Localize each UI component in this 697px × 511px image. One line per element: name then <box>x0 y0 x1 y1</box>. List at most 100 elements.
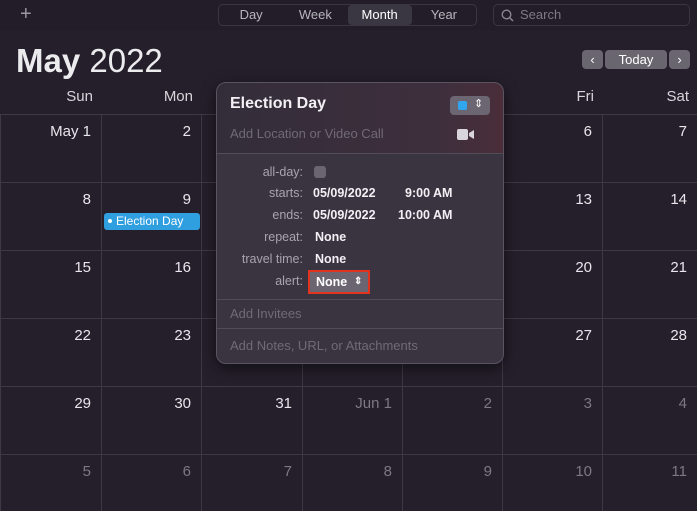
day-cell[interactable]: 28 <box>602 318 697 386</box>
day-number: 22 <box>74 327 91 344</box>
day-cell[interactable]: Jun 1 <box>302 386 402 454</box>
day-number: 2 <box>483 395 492 412</box>
weekday-header: Sun <box>66 88 93 105</box>
chevron-updown-icon: ⇕ <box>354 276 363 287</box>
weekday-header: Sat <box>666 88 689 105</box>
location-field[interactable]: Add Location or Video Call <box>230 126 384 141</box>
day-number: 16 <box>174 259 191 276</box>
day-cell[interactable]: 6 <box>502 114 602 182</box>
day-number: 20 <box>575 259 592 276</box>
day-cell[interactable]: May 1 <box>0 114 101 182</box>
day-cell[interactable]: 13 <box>502 182 602 250</box>
weekday-header: Fri <box>576 88 595 105</box>
day-number: 4 <box>678 395 687 412</box>
day-cell[interactable]: 8 <box>302 454 402 511</box>
weekday-header: Mon <box>163 88 193 105</box>
day-number: May 1 <box>50 123 91 140</box>
day-cell[interactable]: 8 <box>0 182 101 250</box>
day-cell[interactable]: 30 <box>101 386 201 454</box>
day-cell[interactable]: 14 <box>602 182 697 250</box>
travel-time-label: travel time: <box>241 252 303 266</box>
today-button[interactable]: Today <box>605 50 667 69</box>
tab-month[interactable]: Month <box>347 5 412 25</box>
search-input[interactable]: Search <box>493 4 690 26</box>
day-number: 14 <box>670 191 687 208</box>
notes-field[interactable]: Add Notes, URL, or Attachments <box>230 338 418 353</box>
day-number: 29 <box>74 395 91 412</box>
day-cell[interactable]: 2 <box>402 386 502 454</box>
day-number: 5 <box>82 463 91 480</box>
day-cell[interactable]: 23 <box>101 318 201 386</box>
page-title: May 2022 <box>16 42 163 80</box>
prev-month-button[interactable]: ‹ <box>582 50 603 69</box>
alert-select[interactable]: None ⇕ <box>308 270 370 294</box>
day-number: 9 <box>182 191 191 208</box>
year-label: 2022 <box>89 42 163 79</box>
day-cell[interactable]: 2 <box>101 114 201 182</box>
allday-checkbox[interactable] <box>314 166 326 178</box>
day-cell[interactable]: 15 <box>0 250 101 318</box>
day-cell[interactable]: 11 <box>602 454 697 511</box>
day-cell[interactable]: 4 <box>602 386 697 454</box>
day-number: 23 <box>174 327 191 344</box>
allday-label: all-day: <box>262 165 303 179</box>
event-election-day[interactable]: Election Day <box>104 213 200 230</box>
day-number: 6 <box>182 463 191 480</box>
tab-day[interactable]: Day <box>219 5 283 25</box>
alert-value: None <box>316 275 348 289</box>
day-cell[interactable]: 10 <box>502 454 602 511</box>
day-cell[interactable]: 22 <box>0 318 101 386</box>
calendar-color-swatch <box>458 101 467 110</box>
ends-date[interactable]: 05/09/2022 <box>313 208 376 222</box>
day-number: Jun 1 <box>355 395 392 412</box>
starts-label: starts: <box>268 186 303 200</box>
day-number: 15 <box>74 259 91 276</box>
day-number: 2 <box>182 123 191 140</box>
day-number: 9 <box>483 463 492 480</box>
next-month-button[interactable]: › <box>669 50 690 69</box>
day-cell[interactable]: 7 <box>201 454 302 511</box>
add-event-button[interactable]: + <box>20 3 32 26</box>
day-number: 8 <box>82 191 91 208</box>
day-number: 31 <box>275 395 292 412</box>
tab-year[interactable]: Year <box>412 5 476 25</box>
ends-time[interactable]: 10:00 AM <box>398 208 452 222</box>
repeat-label: repeat: <box>264 230 303 244</box>
day-number: 7 <box>283 463 292 480</box>
day-cell[interactable]: 21 <box>602 250 697 318</box>
event-title[interactable]: Election Day <box>230 95 326 113</box>
day-number: 13 <box>575 191 592 208</box>
alert-label: alert: <box>275 274 303 288</box>
day-cell[interactable]: 7 <box>602 114 697 182</box>
chevron-updown-icon: ⇕ <box>474 98 484 110</box>
starts-date[interactable]: 05/09/2022 <box>313 186 376 200</box>
day-cell[interactable]: 27 <box>502 318 602 386</box>
ends-label: ends: <box>272 208 303 222</box>
day-cell[interactable]: 31 <box>201 386 302 454</box>
day-cell[interactable]: 29 <box>0 386 101 454</box>
search-placeholder: Search <box>520 7 562 22</box>
day-number: 6 <box>583 123 592 140</box>
day-cell[interactable]: 6 <box>101 454 201 511</box>
day-number: 28 <box>670 327 687 344</box>
travel-time-select[interactable]: None <box>315 252 346 266</box>
tab-week[interactable]: Week <box>283 5 347 25</box>
day-cell[interactable]: 5 <box>0 454 101 511</box>
starts-time[interactable]: 9:00 AM <box>405 186 452 200</box>
repeat-select[interactable]: None <box>315 230 346 244</box>
day-number: 27 <box>575 327 592 344</box>
day-number: 10 <box>575 463 592 480</box>
day-number: 30 <box>174 395 191 412</box>
day-cell[interactable]: 16 <box>101 250 201 318</box>
day-number: 3 <box>583 395 592 412</box>
calendar-color-picker[interactable]: ⇕ <box>450 96 490 115</box>
day-cell[interactable]: 3 <box>502 386 602 454</box>
search-icon <box>501 9 514 22</box>
day-cell[interactable]: 9 <box>402 454 502 511</box>
toolbar: + Day Week Month Year Search <box>0 0 697 30</box>
day-cell[interactable]: 20 <box>502 250 602 318</box>
day-number: 7 <box>678 123 687 140</box>
invitees-field[interactable]: Add Invitees <box>230 306 302 321</box>
video-camera-icon[interactable] <box>457 129 474 140</box>
day-number: 11 <box>671 463 687 480</box>
